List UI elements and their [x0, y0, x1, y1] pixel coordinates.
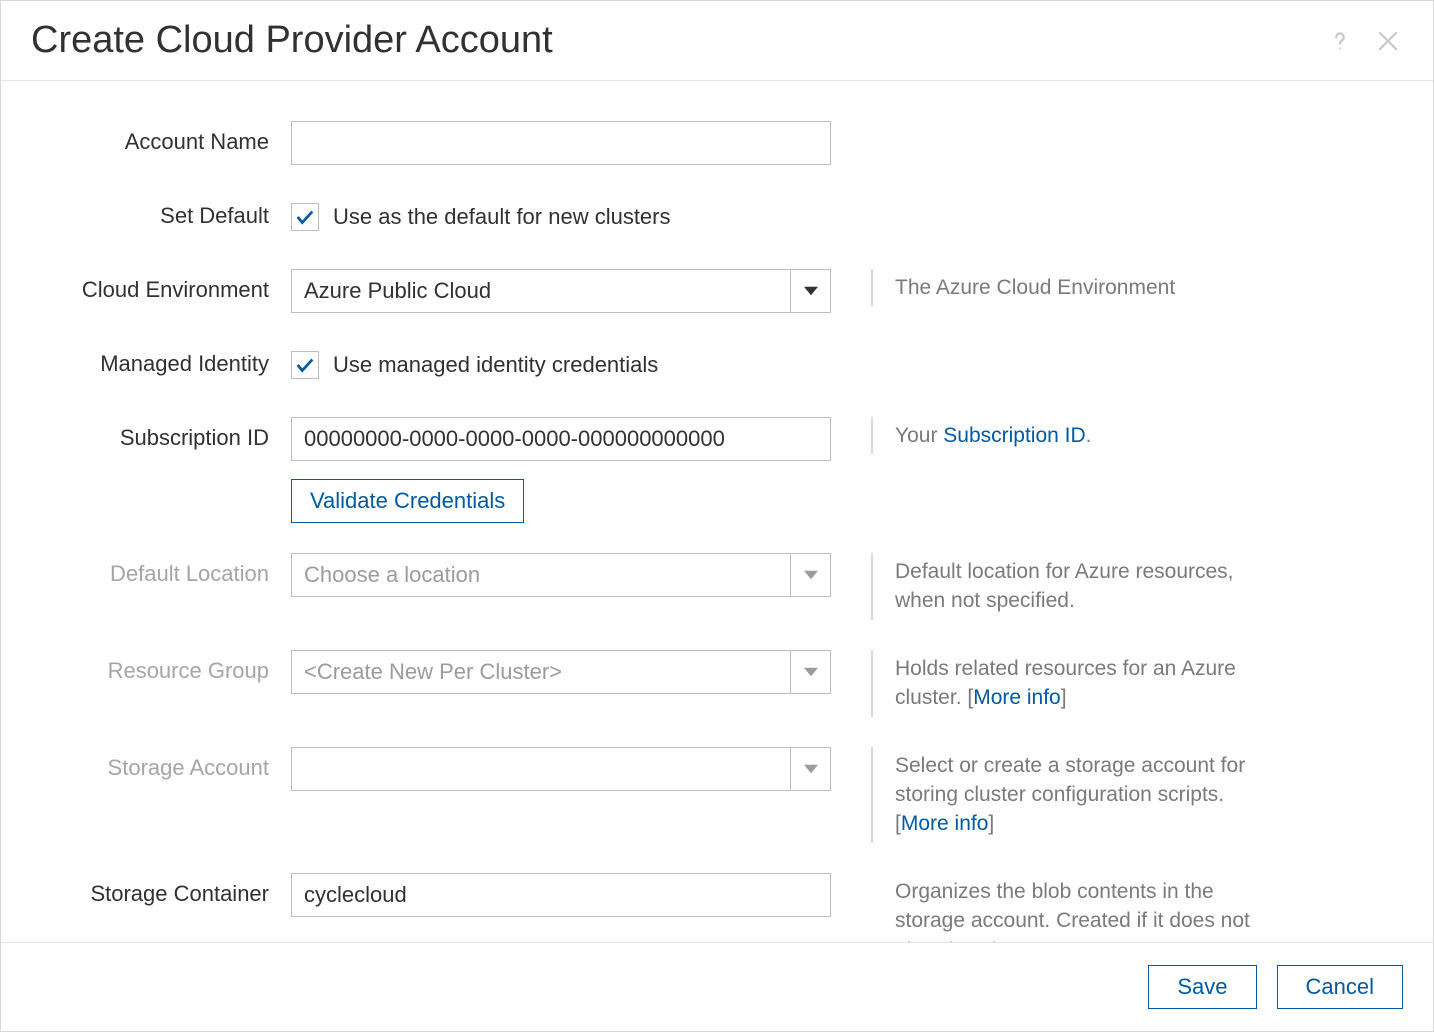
help-resource-group-suffix: ]: [1061, 686, 1067, 709]
dialog-footer: Save Cancel: [1, 942, 1433, 1031]
label-managed-identity: Managed Identity: [31, 343, 291, 377]
default-location-select[interactable]: Choose a location: [291, 553, 831, 597]
set-default-checkbox-label: Use as the default for new clusters: [333, 204, 671, 230]
resource-group-select-value: <Create New Per Cluster>: [292, 651, 790, 693]
row-validate: Validate Credentials: [31, 479, 1403, 523]
row-set-default: Set Default Use as the default for new c…: [31, 195, 1403, 239]
storage-container-input[interactable]: [291, 873, 831, 917]
storage-account-select-value: [292, 748, 790, 790]
label-storage-account: Storage Account: [31, 747, 291, 781]
resource-group-select[interactable]: <Create New Per Cluster>: [291, 650, 831, 694]
default-location-select-value: Choose a location: [292, 554, 790, 596]
row-storage-container: Storage Container Organizes the blob con…: [31, 873, 1403, 942]
row-subscription-id: Subscription ID Your Subscription ID.: [31, 417, 1403, 461]
subscription-id-input[interactable]: [291, 417, 831, 461]
dialog-body: Account Name Set Default Use as the defa…: [1, 81, 1433, 942]
account-name-input[interactable]: [291, 121, 831, 165]
dialog-title: Create Cloud Provider Account: [31, 19, 553, 62]
dialog-header-icons: [1325, 26, 1403, 56]
close-icon[interactable]: [1373, 26, 1403, 56]
resource-group-more-info-link[interactable]: More info: [973, 686, 1061, 709]
storage-account-more-info-link[interactable]: More info: [901, 812, 989, 835]
help-storage-account-suffix: ]: [988, 812, 994, 835]
storage-account-select[interactable]: [291, 747, 831, 791]
managed-identity-checkbox[interactable]: [291, 351, 319, 379]
cancel-button[interactable]: Cancel: [1277, 965, 1403, 1009]
subscription-id-link[interactable]: Subscription ID: [943, 424, 1085, 447]
help-storage-container: Organizes the blob contents in the stora…: [871, 873, 1271, 942]
label-storage-container: Storage Container: [31, 873, 291, 907]
help-subscription-id: Your Subscription ID.: [871, 417, 1271, 454]
label-cloud-env: Cloud Environment: [31, 269, 291, 303]
label-set-default: Set Default: [31, 195, 291, 229]
label-subscription-id: Subscription ID: [31, 417, 291, 451]
help-storage-account: Select or create a storage account for s…: [871, 747, 1271, 843]
chevron-down-icon: [790, 748, 830, 790]
save-button[interactable]: Save: [1148, 965, 1256, 1009]
label-default-location: Default Location: [31, 553, 291, 587]
dialog-header: Create Cloud Provider Account: [1, 1, 1433, 81]
check-icon: [294, 206, 316, 228]
chevron-down-icon: [790, 554, 830, 596]
help-default-location: Default location for Azure resources, wh…: [871, 553, 1271, 620]
label-account-name: Account Name: [31, 121, 291, 155]
row-cloud-env: Cloud Environment Azure Public Cloud The…: [31, 269, 1403, 313]
validate-credentials-button[interactable]: Validate Credentials: [291, 479, 524, 523]
row-managed-identity: Managed Identity Use managed identity cr…: [31, 343, 1403, 387]
row-resource-group: Resource Group <Create New Per Cluster> …: [31, 650, 1403, 717]
row-account-name: Account Name: [31, 121, 1403, 165]
help-subscription-suffix: .: [1086, 424, 1092, 447]
help-subscription-prefix: Your: [895, 424, 943, 447]
row-default-location: Default Location Choose a location Defau…: [31, 553, 1403, 620]
help-icon[interactable]: [1325, 26, 1355, 56]
managed-identity-checkbox-label: Use managed identity credentials: [333, 352, 658, 378]
chevron-down-icon: [790, 651, 830, 693]
cloud-env-select[interactable]: Azure Public Cloud: [291, 269, 831, 313]
chevron-down-icon: [790, 270, 830, 312]
help-cloud-env: The Azure Cloud Environment: [871, 269, 1271, 306]
set-default-checkbox[interactable]: [291, 203, 319, 231]
dialog: Create Cloud Provider Account Account Na…: [0, 0, 1434, 1032]
cloud-env-select-value: Azure Public Cloud: [292, 270, 790, 312]
help-resource-group: Holds related resources for an Azure clu…: [871, 650, 1271, 717]
label-resource-group: Resource Group: [31, 650, 291, 684]
row-storage-account: Storage Account Select or create a stora…: [31, 747, 1403, 843]
check-icon: [294, 354, 316, 376]
